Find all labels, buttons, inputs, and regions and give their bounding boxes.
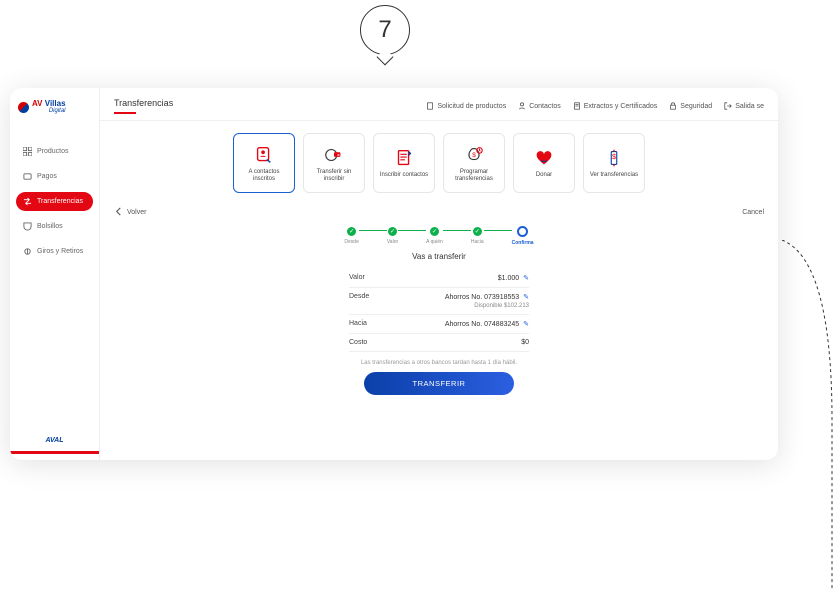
step-aquien: ✓ A quién <box>426 227 443 245</box>
card-transferir-sin-inscribir[interactable]: Transferir sin inscribir <box>303 133 365 193</box>
grid-icon <box>23 147 32 156</box>
wallet-icon <box>23 172 32 181</box>
transfer-quick-icon <box>323 144 345 166</box>
pocket-icon <box>23 222 32 231</box>
main: Transferencias Solicitud de productos Co… <box>100 88 778 460</box>
step-valor: ✓ Valor <box>387 227 398 245</box>
step-dot-complete: ✓ <box>388 227 397 236</box>
logo: AV Villas Digital <box>10 96 99 124</box>
step-number: 7 <box>378 16 391 44</box>
row-valor: Valor $1.000 ✎ <box>349 269 529 288</box>
logo-blue: Villas <box>45 99 66 108</box>
sidebar-item-pagos[interactable]: Pagos <box>16 167 93 186</box>
arrow-left-icon <box>114 207 123 218</box>
transfer-summary: Vas a transferir Valor $1.000 ✎ Desde <box>349 252 529 395</box>
step-dot-complete: ✓ <box>430 227 439 236</box>
svg-text:$: $ <box>472 151 476 158</box>
back-button[interactable]: Volver <box>114 207 146 218</box>
stepper: ✓ Desde ✓ Valor ✓ A quién ✓ Hacia <box>114 226 764 246</box>
card-contactos-inscritos[interactable]: A contactos inscritos <box>233 133 295 193</box>
logout-icon <box>724 102 732 110</box>
sidebar-item-label: Bolsillos <box>37 223 63 230</box>
contact-card-icon <box>253 144 275 166</box>
decorative-dashed-curve <box>777 240 837 590</box>
top-link-extractos[interactable]: Extractos y Certificados <box>573 102 658 110</box>
sidebar-item-label: Giros y Retiros <box>37 248 83 255</box>
step-hacia: ✓ Hacia <box>471 227 484 245</box>
transfer-hint: Las transferencias a otros bancos tardan… <box>349 360 529 366</box>
step-dot-complete: ✓ <box>473 227 482 236</box>
sidebar-item-label: Productos <box>37 148 69 155</box>
card-inscribir-contactos[interactable]: Inscribir contactos <box>373 133 435 193</box>
content: A contactos inscritos Transferir sin ins… <box>100 121 778 460</box>
sidebar-item-productos[interactable]: Productos <box>16 142 93 161</box>
lock-icon <box>669 102 677 110</box>
sidebar-item-transferencias[interactable]: Transferencias <box>16 192 93 211</box>
row-desde: Desde Ahorros No. 073918553 ✎ Disponible… <box>349 288 529 315</box>
step-confirma: Confirma <box>512 226 534 246</box>
sidebar-item-label: Pagos <box>37 173 57 180</box>
sidebar-nav: Productos Pagos Transferencias Bolsillos <box>10 124 99 261</box>
heart-icon <box>533 147 555 169</box>
step-badge: 7 <box>360 5 410 55</box>
transfer-button[interactable]: TRANSFERIR <box>364 372 514 395</box>
action-cards: A contactos inscritos Transferir sin ins… <box>114 129 764 201</box>
top-link-salida[interactable]: Salida se <box>724 102 764 110</box>
cancel-button[interactable]: Cancel <box>742 209 764 216</box>
card-programar[interactable]: $ Programar transferencias <box>443 133 505 193</box>
topbar: Transferencias Solicitud de productos Co… <box>100 88 778 121</box>
svg-text:$: $ <box>612 152 616 161</box>
card-ver-transferencias[interactable]: $ Ver transferencias <box>583 133 645 193</box>
top-link-contactos[interactable]: Contactos <box>518 102 561 110</box>
transfer-icon <box>23 197 32 206</box>
file-icon <box>573 102 581 110</box>
row-hacia: Hacia Ahorros No. 074883245 ✎ <box>349 315 529 334</box>
top-link-seguridad[interactable]: Seguridad <box>669 102 712 110</box>
sidebar-item-label: Transferencias <box>37 198 83 205</box>
document-icon <box>426 102 434 110</box>
contacts-icon <box>518 102 526 110</box>
row-costo: Costo $0 <box>349 334 529 352</box>
app-window: AV Villas Digital Productos Pagos <box>10 88 778 460</box>
top-links: Solicitud de productos Contactos Extract… <box>426 102 764 110</box>
logo-icon <box>18 102 29 113</box>
page-title: Transferencias <box>114 98 173 114</box>
list-icon: $ <box>603 147 625 169</box>
top-link-solicitud[interactable]: Solicitud de productos <box>426 102 506 110</box>
logo-red: AV <box>32 99 43 108</box>
step-dot-current <box>517 226 528 237</box>
summary-title: Vas a transferir <box>349 252 529 261</box>
step-desde: ✓ Desde <box>344 227 358 245</box>
sidebar: AV Villas Digital Productos Pagos <box>10 88 100 460</box>
back-row: Volver Cancel <box>114 201 764 222</box>
edit-hacia[interactable]: ✎ <box>523 321 529 328</box>
clipboard-icon <box>393 147 415 169</box>
edit-valor[interactable]: ✎ <box>523 275 529 282</box>
withdraw-icon <box>23 247 32 256</box>
step-dot-complete: ✓ <box>347 227 356 236</box>
sidebar-item-giros[interactable]: Giros y Retiros <box>16 242 93 261</box>
bag-icon: $ <box>463 144 485 166</box>
sidebar-item-bolsillos[interactable]: Bolsillos <box>16 217 93 236</box>
card-donar[interactable]: Donar <box>513 133 575 193</box>
logo-sub: Digital <box>32 108 66 114</box>
edit-desde[interactable]: ✎ <box>523 294 529 301</box>
footer-brand: AVAL <box>10 429 99 454</box>
